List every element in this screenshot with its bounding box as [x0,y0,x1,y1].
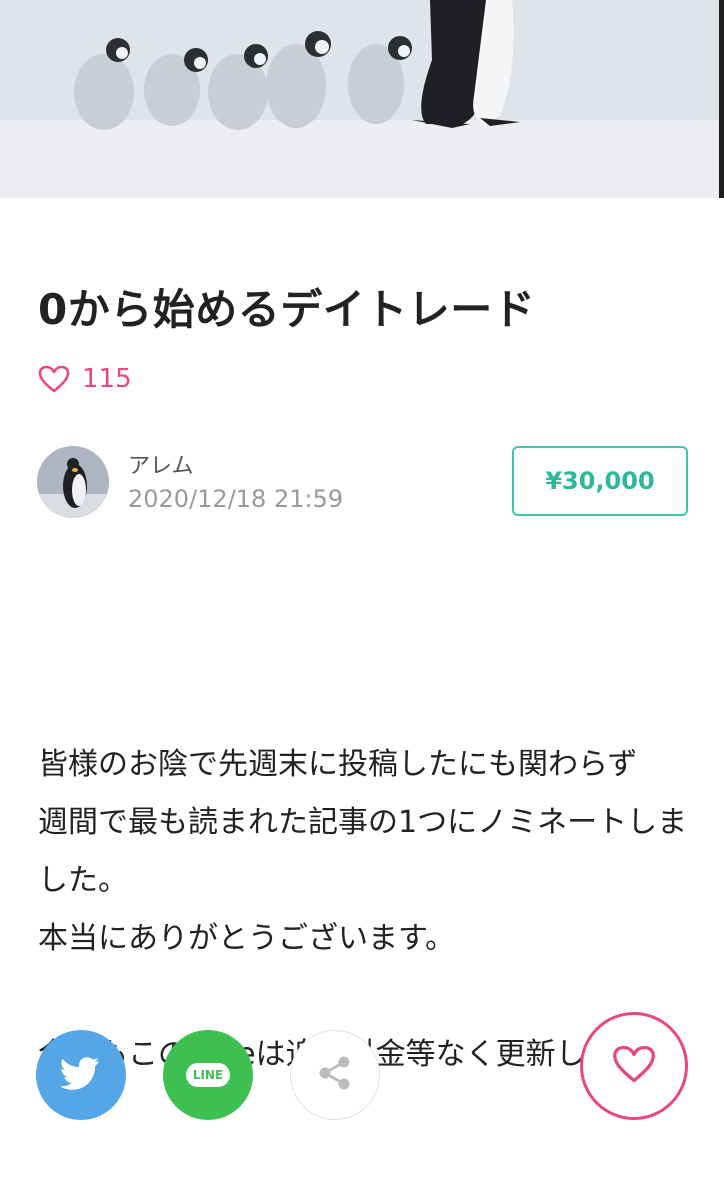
twitter-bird-icon [59,1056,101,1094]
publish-date: 2020/12/18 21:59 [128,485,344,513]
line-logo-icon: LINE [185,1063,231,1087]
heart-outline-icon [38,365,70,393]
heart-outline-icon [612,1044,656,1088]
paragraph: 週間で最も読まれた記事の1つにノミネートしました。 [38,805,688,898]
author-avatar[interactable] [37,446,109,518]
like-button[interactable] [580,1012,688,1120]
like-count: 115 [82,364,132,394]
author-name[interactable]: アレム [128,448,194,480]
share-button[interactable] [290,1030,380,1120]
header-image [0,0,724,198]
twitter-share-button[interactable] [36,1030,126,1120]
share-nodes-icon [315,1053,355,1097]
paragraph: 皆様のお陰で先週末に投稿したにも関わらず [38,747,638,782]
purchase-price-button[interactable]: ¥30,000 [512,446,688,516]
paragraph: 本当にありがとうございます。 [38,921,455,956]
like-summary[interactable]: 115 [38,364,132,394]
line-share-button[interactable]: LINE [163,1030,253,1120]
article-title: 0から始めるデイトレード [38,285,536,334]
